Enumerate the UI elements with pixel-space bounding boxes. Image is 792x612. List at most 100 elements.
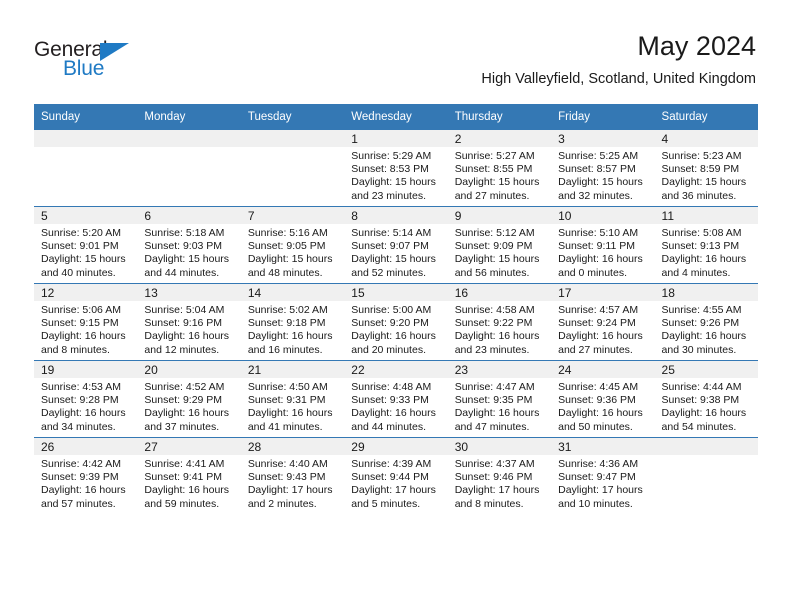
day-cell-details: Sunrise: 5:00 AM Sunset: 9:20 PM Daylight:… <box>344 301 447 357</box>
day-cell-details: Sunrise: 4:47 AM Sunset: 9:35 PM Daylight:… <box>448 378 551 434</box>
day-cell-inner: 14 Sunrise: 5:02 AM Sunset: 9:18 PM Dayligh… <box>240 284 345 360</box>
general-blue-logo[interactable]: General Blue <box>34 38 154 82</box>
daylight-duration-line1: Daylight: 16 hours <box>454 407 540 420</box>
day-cell-details: Sunrise: 5:14 AM Sunset: 9:07 PM Daylight:… <box>344 224 447 280</box>
calendar-day-cell[interactable]: 24 Sunrise: 4:45 AM Sunset: 9:36 PM Dayligh… <box>551 360 655 438</box>
sunrise-time: Sunrise: 4:48 AM <box>351 381 432 393</box>
calendar-day-cell[interactable]: 12 Sunrise: 5:06 AM Sunset: 9:15 PM Dayligh… <box>34 283 138 361</box>
sunrise-time: Sunrise: 4:44 AM <box>661 381 742 393</box>
calendar-day-cell[interactable]: 18 Sunrise: 4:55 AM Sunset: 9:26 PM Dayligh… <box>654 283 758 361</box>
daylight-duration-line1: Daylight: 16 hours <box>144 484 230 497</box>
calendar-day-cell[interactable]: 1 Sunrise: 5:29 AM Sunset: 8:53 PM Daylight… <box>344 130 448 207</box>
day-cell-inner: 21 Sunrise: 4:50 AM Sunset: 9:31 PM Dayligh… <box>240 361 345 437</box>
daylight-duration-line2: and 8 minutes. <box>454 497 524 510</box>
day-cell-inner: 11 Sunrise: 5:08 AM Sunset: 9:13 PM Dayligh… <box>654 207 758 283</box>
calendar-day-cell[interactable]: 16 Sunrise: 4:58 AM Sunset: 9:22 PM Dayligh… <box>447 283 552 361</box>
sunset-time: Sunset: 9:09 PM <box>454 240 533 253</box>
daylight-duration-line1: Daylight: 16 hours <box>247 330 333 343</box>
calendar-day-cell[interactable]: 28 Sunrise: 4:40 AM Sunset: 9:43 PM Dayligh… <box>240 437 345 514</box>
calendar-day-cell[interactable]: 27 Sunrise: 4:41 AM Sunset: 9:41 PM Dayligh… <box>137 437 241 514</box>
calendar-day-cell[interactable]: 10 Sunrise: 5:10 AM Sunset: 9:11 PM Dayligh… <box>551 206 655 284</box>
daylight-duration-line1: Daylight: 16 hours <box>41 330 126 343</box>
calendar-day-cell[interactable]: 20 Sunrise: 4:52 AM Sunset: 9:29 PM Dayligh… <box>137 360 241 438</box>
daylight-duration-line1: Daylight: 16 hours <box>454 330 540 343</box>
day-cell-inner <box>654 438 758 514</box>
calendar-day-cell[interactable]: 13 Sunrise: 5:04 AM Sunset: 9:16 PM Dayligh… <box>137 283 241 361</box>
daylight-duration-line2: and 59 minutes. <box>144 497 220 510</box>
calendar-day-cell[interactable]: 17 Sunrise: 4:57 AM Sunset: 9:24 PM Dayligh… <box>551 283 655 361</box>
calendar-day-cell[interactable]: 4 Sunrise: 5:23 AM Sunset: 8:59 PM Daylight… <box>654 130 758 207</box>
daylight-duration-line1: Daylight: 15 hours <box>661 176 747 189</box>
day-cell-details: Sunrise: 4:37 AM Sunset: 9:46 PM Daylight:… <box>448 455 551 511</box>
calendar-day-cell[interactable]: 3 Sunrise: 5:25 AM Sunset: 8:57 PM Daylight… <box>551 130 655 207</box>
sunset-time: Sunset: 9:38 PM <box>661 394 740 407</box>
day-cell-details: Sunrise: 4:42 AM Sunset: 9:39 PM Daylight:… <box>34 455 137 511</box>
calendar-day-cell[interactable]: 9 Sunrise: 5:12 AM Sunset: 9:09 PM Daylight… <box>447 206 552 284</box>
sunrise-time: Sunrise: 5:04 AM <box>144 304 225 316</box>
day-cell-inner: 18 Sunrise: 4:55 AM Sunset: 9:26 PM Dayligh… <box>654 284 758 360</box>
calendar-day-cell[interactable]: 25 Sunrise: 4:44 AM Sunset: 9:38 PM Dayligh… <box>654 360 758 438</box>
calendar-day-cell[interactable]: 5 Sunrise: 5:20 AM Sunset: 9:01 PM Daylight… <box>34 206 138 284</box>
weekday-header-friday: Friday <box>551 104 655 130</box>
calendar-day-cell[interactable]: 22 Sunrise: 4:48 AM Sunset: 9:33 PM Dayligh… <box>344 360 448 438</box>
page-title: May 2024 <box>637 31 756 61</box>
daylight-duration-line1: Daylight: 16 hours <box>661 253 747 266</box>
calendar-week-row: 12 Sunrise: 5:06 AM Sunset: 9:15 PM Dayligh… <box>34 283 758 361</box>
calendar-day-cell[interactable]: 29 Sunrise: 4:39 AM Sunset: 9:44 PM Dayligh… <box>344 437 448 514</box>
calendar-day-cell[interactable]: 8 Sunrise: 5:14 AM Sunset: 9:07 PM Daylight… <box>344 206 448 284</box>
calendar-day-cell[interactable]: 14 Sunrise: 5:02 AM Sunset: 9:18 PM Dayligh… <box>240 283 345 361</box>
day-number: 7 <box>240 207 345 224</box>
calendar-day-cell[interactable]: 11 Sunrise: 5:08 AM Sunset: 9:13 PM Dayligh… <box>654 206 758 284</box>
day-cell-inner: 24 Sunrise: 4:45 AM Sunset: 9:36 PM Dayligh… <box>551 361 655 437</box>
calendar-page: General Blue May 2024 High Valleyfield, … <box>0 0 792 612</box>
daylight-duration-line2: and 12 minutes. <box>144 343 220 356</box>
calendar-day-cell[interactable]: 19 Sunrise: 4:53 AM Sunset: 9:28 PM Dayligh… <box>34 360 138 438</box>
calendar-day-cell[interactable]: 26 Sunrise: 4:42 AM Sunset: 9:39 PM Dayligh… <box>34 437 138 514</box>
calendar-day-cell[interactable]: 30 Sunrise: 4:37 AM Sunset: 9:46 PM Dayligh… <box>447 437 552 514</box>
day-number: 22 <box>344 361 448 378</box>
daylight-duration-line2: and 5 minutes. <box>351 497 421 510</box>
daylight-duration-line1: Daylight: 16 hours <box>41 484 126 497</box>
calendar-week-row: 1 Sunrise: 5:29 AM Sunset: 8:53 PM Daylight… <box>34 130 758 207</box>
day-cell-details: Sunrise: 4:52 AM Sunset: 9:29 PM Daylight:… <box>137 378 240 434</box>
sunrise-time: Sunrise: 5:14 AM <box>351 227 432 239</box>
day-cell-inner: 27 Sunrise: 4:41 AM Sunset: 9:41 PM Dayligh… <box>137 438 241 514</box>
calendar-day-cell[interactable]: 23 Sunrise: 4:47 AM Sunset: 9:35 PM Dayligh… <box>447 360 552 438</box>
day-cell-details: Sunrise: 4:48 AM Sunset: 9:33 PM Daylight:… <box>344 378 447 434</box>
daylight-duration-line2: and 23 minutes. <box>351 189 426 202</box>
day-number: 29 <box>344 438 448 455</box>
sunset-time: Sunset: 9:01 PM <box>41 240 119 253</box>
daylight-duration-line1: Daylight: 16 hours <box>351 407 436 420</box>
daylight-duration-line2: and 30 minutes. <box>661 343 737 356</box>
day-cell-details: Sunrise: 4:36 AM Sunset: 9:47 PM Daylight:… <box>551 455 654 511</box>
daylight-duration-line1: Daylight: 17 hours <box>558 484 643 497</box>
sunset-time: Sunset: 9:44 PM <box>351 471 429 484</box>
daylight-duration-line1: Daylight: 15 hours <box>144 253 230 266</box>
sunset-time: Sunset: 9:11 PM <box>558 240 635 253</box>
sunset-time: Sunset: 9:07 PM <box>351 240 429 253</box>
day-number <box>654 438 758 455</box>
daylight-duration-line1: Daylight: 16 hours <box>661 407 747 420</box>
calendar-day-cell[interactable]: 31 Sunrise: 4:36 AM Sunset: 9:47 PM Dayligh… <box>551 437 655 514</box>
daylight-duration-line2: and 44 minutes. <box>351 420 426 433</box>
daylight-duration-line2: and 56 minutes. <box>454 266 530 279</box>
calendar-day-cell[interactable]: 2 Sunrise: 5:27 AM Sunset: 8:55 PM Daylight… <box>447 130 552 207</box>
sunset-time: Sunset: 9:35 PM <box>454 394 533 407</box>
calendar-day-cell[interactable]: 6 Sunrise: 5:18 AM Sunset: 9:03 PM Daylight… <box>137 206 241 284</box>
sunrise-time: Sunrise: 5:29 AM <box>351 150 432 162</box>
day-cell-details <box>34 147 137 150</box>
sunrise-time: Sunrise: 5:16 AM <box>247 227 328 239</box>
calendar-day-cell[interactable]: 15 Sunrise: 5:00 AM Sunset: 9:20 PM Dayligh… <box>344 283 448 361</box>
day-cell-details: Sunrise: 4:58 AM Sunset: 9:22 PM Daylight:… <box>448 301 551 357</box>
daylight-duration-line1: Daylight: 15 hours <box>247 253 333 266</box>
calendar-day-cell[interactable]: 7 Sunrise: 5:16 AM Sunset: 9:05 PM Daylight… <box>240 206 345 284</box>
day-cell-inner: 23 Sunrise: 4:47 AM Sunset: 9:35 PM Dayligh… <box>447 361 552 437</box>
daylight-duration-line1: Daylight: 16 hours <box>558 330 643 343</box>
day-number: 21 <box>240 361 345 378</box>
calendar-day-cell[interactable]: 21 Sunrise: 4:50 AM Sunset: 9:31 PM Dayligh… <box>240 360 345 438</box>
day-cell-inner: 4 Sunrise: 5:23 AM Sunset: 8:59 PM Daylight… <box>654 130 758 206</box>
daylight-duration-line2: and 48 minutes. <box>247 266 323 279</box>
sunrise-sunset-calendar: Sunday Monday Tuesday Wednesday Thursday Frid… <box>34 104 758 514</box>
sunset-time: Sunset: 9:18 PM <box>247 317 326 330</box>
sunset-time: Sunset: 9:39 PM <box>41 471 119 484</box>
